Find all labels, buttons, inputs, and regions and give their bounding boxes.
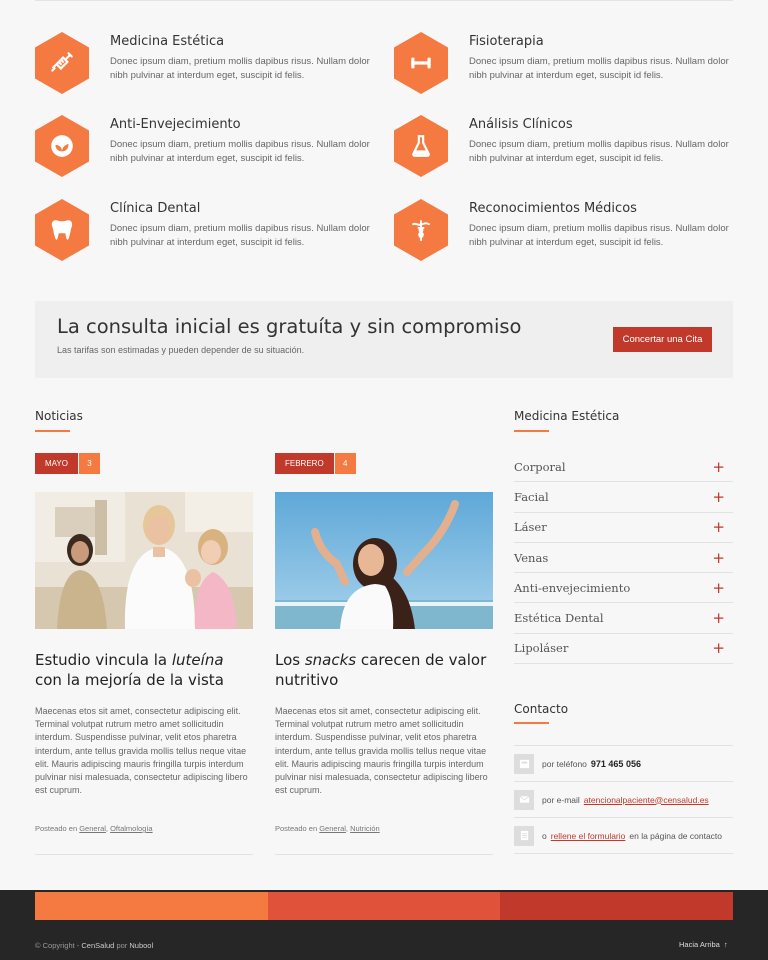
top-divider [35, 0, 733, 1]
footer-color-bar [500, 892, 733, 920]
service-title: Medicina Estética [110, 34, 225, 49]
service-text: Donec ipsum diam, pretium mollis dapibus… [469, 139, 729, 164]
email-link[interactable]: atencionalpaciente@censalud.es [584, 795, 709, 805]
category-link[interactable]: Oftalmología [110, 824, 153, 833]
accordion-item-venas[interactable]: Venas + [514, 543, 733, 574]
accordion-item-estetica-dental[interactable]: Estética Dental + [514, 603, 733, 634]
tooth-icon [35, 199, 89, 261]
syringe-icon [35, 32, 89, 94]
service-medicina-estetica[interactable]: Medicina Estética Donec ipsum diam, pret… [35, 30, 375, 100]
accordion-item-laser[interactable]: Láser + [514, 513, 733, 543]
contact-email: por e-mail atencionalpaciente@censalud.es [514, 781, 733, 817]
contact-form: o rellene el formulario en la página de co… [514, 817, 733, 853]
accordion-item-facial[interactable]: Facial + [514, 482, 733, 513]
date-badge: MAYO 3 [35, 453, 100, 474]
woman-beach-photo[interactable] [275, 492, 493, 629]
dumbbell-icon [394, 32, 448, 94]
plus-icon: + [712, 457, 725, 476]
news-heading: Noticias [35, 409, 83, 423]
plus-icon: + [712, 639, 725, 658]
sidebar-heading: Medicina Estética [514, 409, 620, 423]
service-text: Donec ipsum diam, pretium mollis dapibus… [110, 223, 370, 248]
news-meta: Posteado en General, Oftalmología [35, 824, 153, 833]
service-text: Donec ipsum diam, pretium mollis dapibus… [469, 223, 729, 248]
plus-icon: + [712, 487, 725, 506]
category-link[interactable]: Nutrición [350, 824, 380, 833]
news-title[interactable]: Estudio vincula la luteína con la mejorí… [35, 650, 253, 690]
service-title: Reconocimientos Médicos [469, 201, 637, 216]
leaves-icon [35, 115, 89, 177]
accordion-item-anti-envejecimiento[interactable]: Anti-envejecimiento + [514, 573, 733, 604]
doctor-child-photo[interactable] [35, 492, 253, 629]
service-analisis-clinicos[interactable]: Análisis Clínicos Donec ipsum diam, pret… [394, 113, 734, 183]
service-title: Anti-Envejecimiento [110, 117, 241, 132]
news-meta: Posteado en General, Nutrición [275, 824, 380, 833]
service-title: Clínica Dental [110, 201, 201, 216]
plus-icon: + [712, 609, 725, 628]
date-month: MAYO [35, 453, 78, 474]
plus-icon: + [712, 548, 725, 567]
treatments-accordion: Corporal + Facial + Láser + Venas + Anti-env… [514, 452, 733, 665]
contact-form-link[interactable]: rellene el formulario [551, 831, 626, 841]
service-clinica-dental[interactable]: Clínica Dental Donec ipsum diam, pretium… [35, 197, 375, 267]
cta-subtitle: Las tarifas son estimadas y pueden depen… [57, 345, 305, 355]
phone-icon [514, 753, 534, 774]
heading-underline [514, 722, 549, 724]
accordion-item-corporal[interactable]: Corporal + [514, 452, 733, 483]
heading-underline [514, 430, 549, 432]
service-fisioterapia[interactable]: Fisioterapia Donec ipsum diam, pretium m… [394, 30, 734, 100]
footer-color-bar [268, 892, 500, 920]
divider [514, 853, 733, 854]
contact-phone: por teléfono 971 465 056 [514, 745, 733, 781]
category-link[interactable]: General [79, 824, 106, 833]
arrow-up-icon: ↑ [724, 940, 728, 949]
news-excerpt: Maecenas etos sit amet, consectetur adip… [275, 706, 488, 796]
cta-title: La consulta inicial es gratuíta y sin co… [57, 315, 522, 338]
service-text: Donec ipsum diam, pretium mollis dapibus… [110, 139, 370, 164]
phone-number[interactable]: 971 465 056 [591, 759, 641, 769]
footer: © Copyright - CenSalud por Nubool Hacia … [0, 890, 768, 960]
envelope-icon [514, 789, 534, 810]
back-to-top-link[interactable]: Hacia Arriba ↑ [679, 940, 728, 949]
accordion-item-lipolaser[interactable]: Lipoláser + [514, 634, 733, 665]
date-day: 4 [334, 453, 356, 474]
news-title[interactable]: Los snacks carecen de valor nutritivo [275, 650, 493, 690]
heading-underline [35, 430, 70, 432]
footer-color-bar [35, 892, 268, 920]
copyright: © Copyright - CenSalud por Nubool [35, 941, 154, 950]
date-day: 3 [78, 453, 100, 474]
flask-icon [394, 115, 448, 177]
plus-icon: + [712, 518, 725, 537]
divider [35, 854, 253, 855]
date-month: FEBRERO [275, 453, 334, 474]
cta-banner: La consulta inicial es gratuíta y sin co… [35, 301, 733, 378]
news-excerpt: Maecenas etos sit amet, consectetur adip… [35, 706, 248, 796]
plus-icon: + [712, 578, 725, 597]
author-link[interactable]: Nubool [129, 941, 153, 950]
appointment-button[interactable]: Concertar una Cita [613, 327, 712, 352]
divider [275, 854, 493, 855]
service-text: Donec ipsum diam, pretium mollis dapibus… [469, 56, 729, 81]
form-icon [514, 825, 534, 846]
brand-link[interactable]: CenSalud [81, 941, 114, 950]
caduceus-icon [394, 199, 448, 261]
category-link[interactable]: General [319, 824, 346, 833]
contact-heading: Contacto [514, 702, 569, 716]
service-title: Fisioterapia [469, 34, 544, 49]
service-title: Análisis Clínicos [469, 117, 573, 132]
contact-list: por teléfono 971 465 056 por e-mail atenci… [514, 745, 733, 854]
service-reconocimientos-medicos[interactable]: Reconocimientos Médicos Donec ipsum diam… [394, 197, 734, 267]
service-anti-envejecimiento[interactable]: Anti-Envejecimiento Donec ipsum diam, pr… [35, 113, 375, 183]
service-text: Donec ipsum diam, pretium mollis dapibus… [110, 56, 370, 81]
date-badge: FEBRERO 4 [275, 453, 356, 474]
